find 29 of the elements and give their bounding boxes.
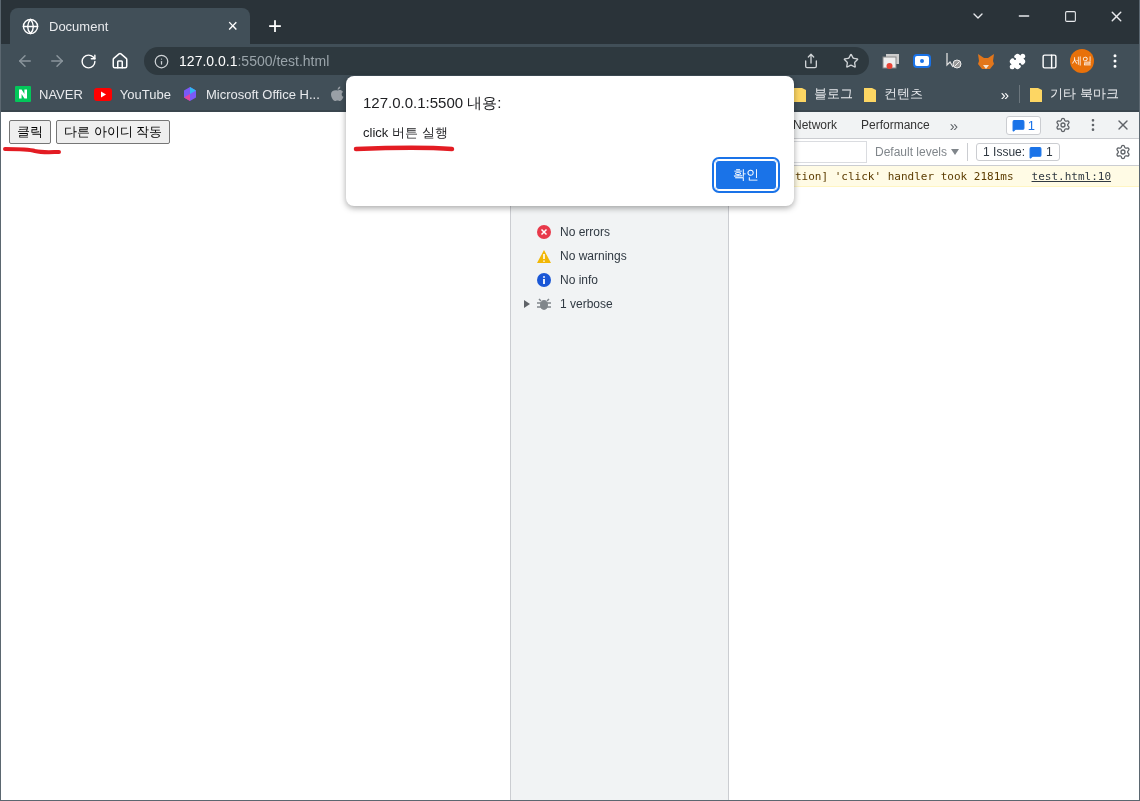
more-tabs-button[interactable]: » <box>949 116 959 134</box>
sidebar-item[interactable]: No warnings <box>511 244 728 268</box>
sidebar-item[interactable]: No errors <box>511 220 728 244</box>
bookmark[interactable]: YouTube <box>93 86 171 102</box>
sidebar-item[interactable]: 1 verbose <box>511 292 728 316</box>
more-bookmarks-button[interactable]: » <box>1000 85 1010 103</box>
issues-button[interactable]: 1 Issue: 1 <box>976 143 1060 161</box>
source-link[interactable]: test.html:10 <box>1031 169 1112 183</box>
dialog-title: 127.0.0.1:5500 내용: <box>363 94 503 113</box>
bookmark-folder[interactable]: 블로그 <box>793 85 853 103</box>
address-bar[interactable]: 127.0.0.1:5500/test.html <box>144 47 869 75</box>
devtools-tab[interactable]: Performance <box>849 118 942 132</box>
sidebar-item[interactable]: No info <box>511 268 728 292</box>
dialog-message: click 버튼 실행 <box>363 124 449 142</box>
log-levels-dropdown[interactable]: Default levels <box>875 145 960 159</box>
page-button[interactable]: 다른 아이디 작동 <box>56 120 171 144</box>
tab-close-button[interactable]: × <box>227 17 238 35</box>
page-button[interactable]: 클릭 <box>9 120 51 144</box>
bookmark-folder[interactable]: 기타 북마크 <box>1030 85 1119 103</box>
browser-tab[interactable]: Document × <box>10 8 250 44</box>
ok-button[interactable]: 확인 <box>715 160 777 190</box>
bookmark-folder[interactable]: 컨텐츠 <box>863 85 923 103</box>
bookmark[interactable]: NAVER <box>15 86 83 102</box>
tab-title: Document <box>49 18 110 34</box>
issues-badge[interactable]: 1 <box>1005 115 1041 135</box>
new-tab-button[interactable]: + <box>268 14 282 38</box>
bookmark[interactable]: Microsoft Office H... <box>181 86 320 102</box>
console-message: tion] 'click' handler took 2181ms <box>795 169 1014 183</box>
url-text: 127.0.0.1:5500/test.html <box>179 53 331 69</box>
